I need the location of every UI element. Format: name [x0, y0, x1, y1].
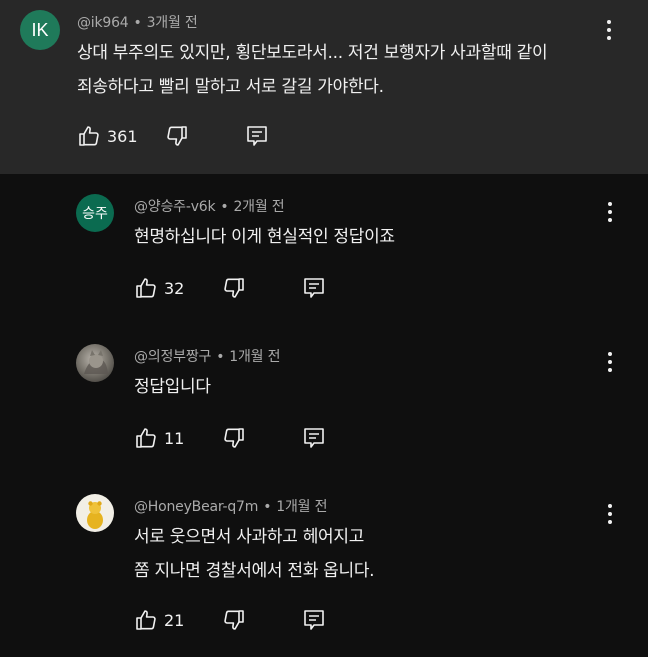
comment-text: 정답입니다: [134, 370, 211, 404]
comment-line: 죄송하다고 빨리 말하고 서로 갈길 가야한다.: [77, 77, 384, 97]
comment-actions: 361: [77, 124, 277, 152]
comment-time[interactable]: 1개월 전: [276, 499, 327, 515]
separator-dot: •: [263, 499, 272, 515]
more-vert-icon[interactable]: [599, 18, 619, 42]
separator-dot: •: [216, 349, 225, 365]
separator-dot: •: [220, 199, 229, 215]
comment-line: 현명하십니다 이게 현실적인 정답이죠: [134, 227, 395, 247]
comment-line: 상대 부주의도 있지만, 횡단보도라서... 저건 보행자가 사과할때 같이: [77, 43, 548, 63]
thumbs-up-icon[interactable]: [134, 608, 158, 632]
author-name[interactable]: @의정부짱구: [134, 349, 211, 365]
avatar[interactable]: [76, 344, 114, 382]
comment-time[interactable]: 1개월 전: [229, 349, 280, 365]
more-vert-icon[interactable]: [600, 350, 620, 374]
avatar-initials: IK: [31, 19, 49, 40]
comment-line: 쫌 지나면 경찰서에서 전화 옵니다.: [134, 561, 375, 581]
like-count: 11: [164, 429, 185, 448]
comment-meta: @양승주-v6k • 2개월 전: [134, 196, 285, 216]
thumbs-up-icon[interactable]: [134, 276, 158, 300]
avatar-initials: 승주: [82, 205, 108, 221]
reply-icon[interactable]: [302, 608, 326, 632]
thumbs-down-icon[interactable]: [222, 608, 246, 632]
thumbs-up-icon[interactable]: [77, 124, 101, 148]
comment-meta: @ik964 • 3개월 전: [77, 12, 198, 32]
thumbs-down-icon[interactable]: [165, 124, 189, 148]
like-count: 21: [164, 611, 185, 630]
author-name[interactable]: @양승주-v6k: [134, 199, 216, 215]
separator-dot: •: [133, 15, 142, 31]
more-vert-icon[interactable]: [600, 502, 620, 526]
comment-actions: 11: [134, 426, 334, 454]
comment-item: IK @ik964 • 3개월 전 상대 부주의도 있지만, 횡단보도라서... 저…: [0, 0, 648, 174]
author-name[interactable]: @ik964: [77, 15, 129, 31]
reply-item: @의정부짱구 • 1개월 전 정답입니다 11: [0, 324, 648, 474]
comment-line: 정답입니다: [134, 377, 211, 397]
comment-text: 현명하십니다 이게 현실적인 정답이죠: [134, 220, 395, 254]
comment-actions: 21: [134, 608, 334, 636]
comment-line: 서로 웃으면서 사과하고 헤어지고: [134, 527, 365, 547]
comment-text: 서로 웃으면서 사과하고 헤어지고 쫌 지나면 경찰서에서 전화 옵니다.: [134, 520, 375, 588]
reply-item: 승주 @양승주-v6k • 2개월 전 현명하십니다 이게 현실적인 정답이죠 32: [0, 174, 648, 324]
reply-icon[interactable]: [245, 124, 269, 148]
reply-item: @HoneyBear-q7m • 1개월 전 서로 웃으면서 사과하고 헤어지고 쫌…: [0, 474, 648, 657]
avatar[interactable]: IK: [20, 10, 60, 50]
more-vert-icon[interactable]: [600, 200, 620, 224]
comment-meta: @HoneyBear-q7m • 1개월 전: [134, 496, 327, 516]
comment-time[interactable]: 2개월 전: [233, 199, 284, 215]
comment-text: 상대 부주의도 있지만, 횡단보도라서... 저건 보행자가 사과할때 같이 죄…: [77, 36, 548, 104]
like-count: 32: [164, 279, 185, 298]
author-name[interactable]: @HoneyBear-q7m: [134, 499, 258, 515]
thumbs-down-icon[interactable]: [222, 426, 246, 450]
avatar[interactable]: 승주: [76, 194, 114, 232]
cat-photo-icon: [84, 350, 108, 374]
honey-bear-icon: [87, 501, 103, 529]
reply-icon[interactable]: [302, 276, 326, 300]
thumbs-down-icon[interactable]: [222, 276, 246, 300]
reply-icon[interactable]: [302, 426, 326, 450]
like-count: 361: [107, 127, 138, 146]
comment-meta: @의정부짱구 • 1개월 전: [134, 346, 280, 366]
thumbs-up-icon[interactable]: [134, 426, 158, 450]
avatar[interactable]: [76, 494, 114, 532]
comment-actions: 32: [134, 276, 334, 304]
comment-time[interactable]: 3개월 전: [147, 15, 198, 31]
